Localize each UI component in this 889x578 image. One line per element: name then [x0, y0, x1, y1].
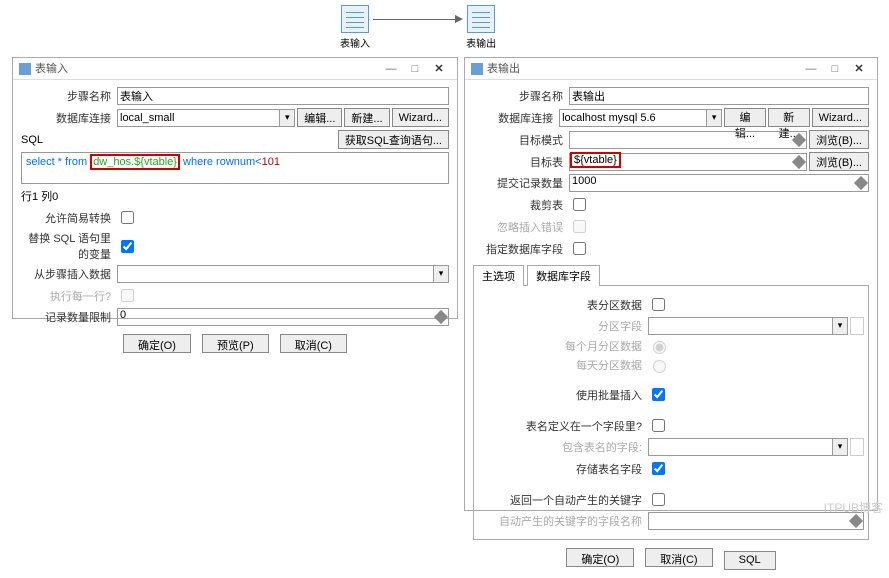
- per-day-radio: [653, 360, 666, 373]
- label-step-name: 步骤名称: [473, 88, 569, 104]
- tab-bar: 主选项 数据库字段: [473, 264, 869, 286]
- sql-textarea[interactable]: select * from dw_hos.${vtable} where row…: [21, 152, 449, 184]
- get-sql-button[interactable]: 获取SQL查询语句...: [338, 130, 449, 149]
- label-partition-field: 分区字段: [478, 318, 648, 334]
- commit-size-input[interactable]: 1000: [569, 174, 869, 192]
- window-title: 表输出: [487, 58, 520, 80]
- titlebar: 表输入 — □ ✕: [13, 58, 457, 80]
- replace-vars-checkbox[interactable]: [121, 240, 134, 253]
- name-in-field-checkbox[interactable]: [652, 419, 665, 432]
- diamond-icon: [849, 514, 863, 528]
- dialog-table-output: 表输出 — □ ✕ 步骤名称 数据库连接 ▾ 编辑... 新建... Wizar…: [464, 57, 878, 511]
- window-icon: [471, 63, 483, 75]
- truncate-checkbox[interactable]: [573, 198, 586, 211]
- flow-diagram: 表输入 表输出: [340, 5, 540, 60]
- ok-button[interactable]: 确定(O): [566, 548, 634, 567]
- specify-fields-checkbox[interactable]: [573, 242, 586, 255]
- label-ignore-errors: 忽略插入错误: [473, 219, 569, 235]
- new-button[interactable]: 新建...: [768, 108, 810, 127]
- step-name-input[interactable]: [117, 87, 449, 105]
- close-button[interactable]: ✕: [427, 58, 451, 80]
- close-button[interactable]: ✕: [847, 58, 871, 80]
- maximize-button[interactable]: □: [403, 58, 427, 80]
- watermark: ITPUB博客: [824, 499, 883, 516]
- preview-button[interactable]: 预览(P): [202, 334, 269, 353]
- target-table-input[interactable]: ${vtable}: [569, 153, 807, 171]
- label-replace-vars: 替换 SQL 语句里的变量: [21, 230, 117, 262]
- table-output-icon: [467, 5, 495, 33]
- label-target-table: 目标表: [473, 154, 569, 170]
- label-truncate: 裁剪表: [473, 197, 569, 213]
- row-limit-input[interactable]: 0: [117, 308, 449, 326]
- maximize-button[interactable]: □: [823, 58, 847, 80]
- step-name-input[interactable]: [569, 87, 869, 105]
- label-from-step: 从步骤插入数据: [21, 266, 117, 282]
- label-allow-simple: 允许简易转换: [21, 210, 117, 226]
- cancel-button[interactable]: 取消(C): [280, 334, 347, 353]
- browse-schema-button[interactable]: 浏览(B)...: [809, 130, 869, 149]
- label-step-name: 步骤名称: [21, 88, 117, 104]
- label-sql: SQL: [21, 134, 336, 146]
- store-name-checkbox[interactable]: [652, 462, 665, 475]
- label-per-day: 每天分区数据: [478, 357, 648, 373]
- dialog-table-input: 表输入 — □ ✕ 步骤名称 数据库连接 ▾ 编辑... 新建... Wizar…: [12, 57, 458, 319]
- per-row-checkbox: [121, 289, 134, 302]
- partition-checkbox[interactable]: [652, 298, 665, 311]
- label-commit-size: 提交记录数量: [473, 175, 569, 191]
- status-text: 行1 列0: [21, 188, 449, 204]
- label-name-in-field: 表名定义在一个字段里?: [478, 418, 648, 434]
- label-specify-fields: 指定数据库字段: [473, 241, 569, 257]
- new-button[interactable]: 新建...: [344, 108, 389, 127]
- tab-main[interactable]: 主选项: [473, 265, 524, 286]
- wizard-button[interactable]: Wizard...: [812, 108, 869, 127]
- cancel-button[interactable]: 取消(C): [645, 548, 712, 567]
- node-table-input[interactable]: 表输入: [340, 5, 370, 50]
- target-schema-input[interactable]: [569, 131, 807, 149]
- diamond-icon: [854, 176, 868, 190]
- edit-button[interactable]: 编辑...: [297, 108, 342, 127]
- window-icon: [19, 63, 31, 75]
- label-return-key: 返回一个自动产生的关键字: [478, 492, 648, 508]
- diamond-icon: [792, 154, 806, 168]
- db-conn-select[interactable]: ▾: [117, 109, 295, 127]
- wizard-button[interactable]: Wizard...: [392, 108, 449, 127]
- db-conn-select[interactable]: ▾: [559, 109, 722, 127]
- sql-button[interactable]: SQL: [724, 551, 776, 570]
- label-db-conn: 数据库连接: [473, 110, 559, 126]
- browse-table-button[interactable]: 浏览(B)...: [809, 152, 869, 171]
- label-contain-name-field: 包含表名的字段:: [478, 439, 648, 455]
- return-key-checkbox[interactable]: [652, 493, 665, 506]
- tab-fields[interactable]: 数据库字段: [527, 265, 600, 286]
- titlebar: 表输出 — □ ✕: [465, 58, 877, 80]
- minimize-button[interactable]: —: [799, 58, 823, 80]
- from-step-select[interactable]: ▾: [117, 265, 449, 283]
- per-month-radio: [653, 341, 666, 354]
- edit-button[interactable]: 编辑...: [724, 108, 766, 127]
- ok-button[interactable]: 确定(O): [123, 334, 191, 353]
- node-table-output[interactable]: 表输出: [466, 5, 496, 50]
- allow-simple-checkbox[interactable]: [121, 211, 134, 224]
- arrow-icon: [373, 5, 463, 33]
- window-title: 表输入: [35, 58, 68, 80]
- label-partition: 表分区数据: [478, 297, 648, 313]
- table-input-icon: [341, 5, 369, 33]
- batch-checkbox[interactable]: [652, 388, 665, 401]
- label-auto-key-field: 自动产生的关键字的字段名称: [478, 513, 648, 529]
- label-batch: 使用批量插入: [478, 387, 648, 403]
- label-per-row: 执行每一行?: [21, 288, 117, 304]
- diamond-icon: [792, 132, 806, 146]
- label-per-month: 每个月分区数据: [478, 338, 648, 354]
- ignore-errors-checkbox: [573, 220, 586, 233]
- diamond-icon: [850, 438, 864, 456]
- diamond-icon: [850, 317, 864, 335]
- diamond-icon: [434, 310, 448, 324]
- label-target-schema: 目标模式: [473, 132, 569, 148]
- label-db-conn: 数据库连接: [21, 110, 117, 126]
- label-store-name-field: 存储表名字段: [478, 461, 648, 477]
- minimize-button[interactable]: —: [379, 58, 403, 80]
- contain-name-select: ▾: [648, 438, 848, 456]
- label-row-limit: 记录数量限制: [21, 309, 117, 325]
- partition-field-select: ▾: [648, 317, 848, 335]
